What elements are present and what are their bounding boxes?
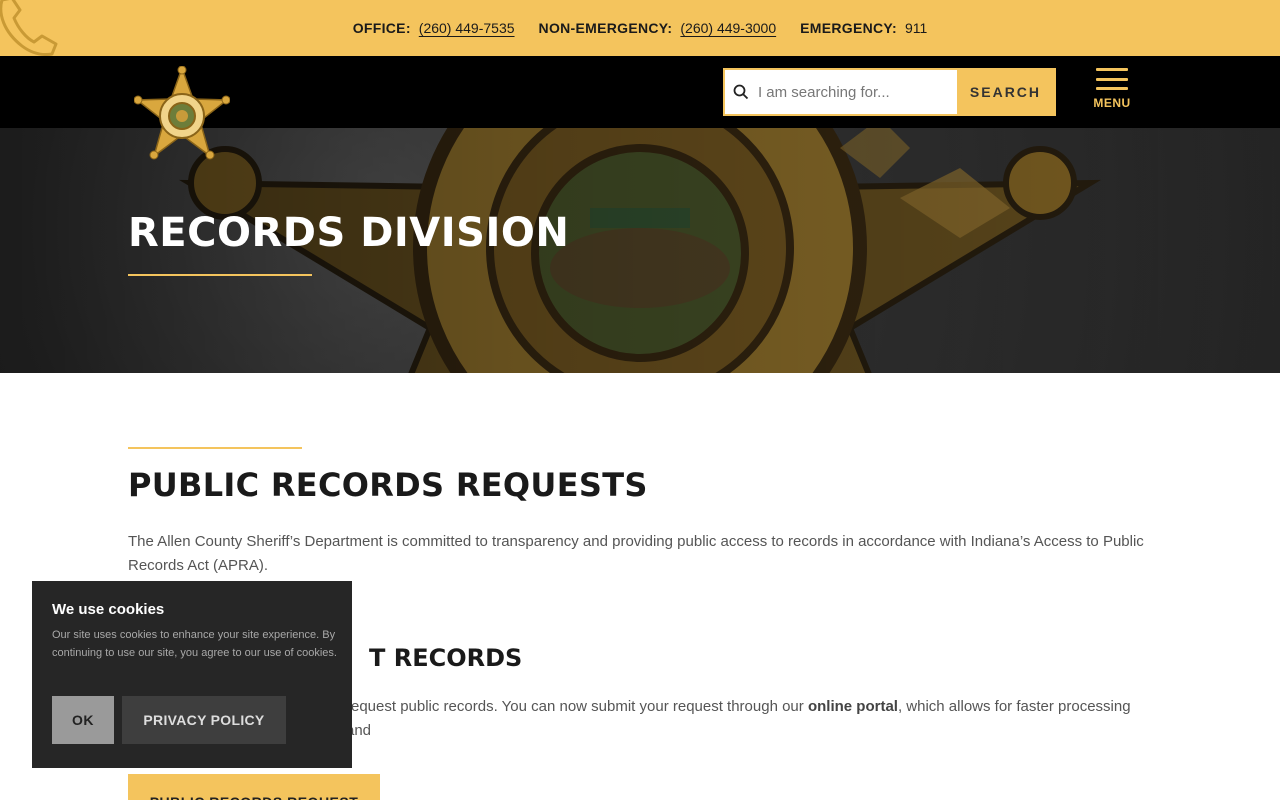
- search-form: SEARCH: [723, 68, 1056, 116]
- office-label: OFFICE:: [352, 20, 411, 36]
- emergency-number: 911: [904, 20, 928, 36]
- emergency-label: EMERGENCY:: [800, 20, 897, 36]
- search-button[interactable]: SEARCH: [956, 70, 1054, 114]
- cookie-title: We use cookies: [52, 601, 165, 618]
- privacy-policy-button[interactable]: PRIVACY POLICY: [122, 696, 286, 744]
- section-divider: [128, 447, 302, 449]
- body-paragraph: request public records. You can now subm…: [346, 698, 1131, 739]
- intro-paragraph: The Allen County Sheriff’s Department is…: [128, 533, 1144, 574]
- cookie-banner: We use cookies Our site uses cookies to …: [32, 581, 352, 768]
- menu-button[interactable]: MENU: [1088, 66, 1136, 118]
- nonemergency-label: NON-EMERGENCY:: [538, 20, 673, 36]
- nonemergency-phone-link[interactable]: (260) 449-3000: [680, 20, 776, 36]
- title-underline: [128, 274, 312, 276]
- emergency-contact: EMERGENCY: 911: [800, 20, 927, 36]
- online-portal-link[interactable]: online portal: [808, 698, 898, 715]
- page-title: RECORDS DIVISION: [128, 210, 570, 256]
- contact-bar: OFFICE: (260) 449-7535 NON-EMERGENCY: (2…: [0, 0, 1280, 56]
- search-icon: [725, 70, 758, 114]
- section-heading: PUBLIC RECORDS REQUESTS: [128, 466, 648, 504]
- hamburger-icon: [1096, 66, 1128, 94]
- office-phone-link[interactable]: (260) 449-7535: [419, 20, 515, 36]
- hero-banner: RECORDS DIVISION: [0, 128, 1280, 373]
- office-contact: OFFICE: (260) 449-7535: [353, 20, 515, 36]
- menu-label: MENU: [1093, 96, 1131, 110]
- cookie-body: Our site uses cookies to enhance your si…: [52, 629, 337, 659]
- nonemergency-contact: NON-EMERGENCY: (260) 449-3000: [539, 20, 777, 36]
- public-records-request-button[interactable]: PUBLIC RECORDS REQUEST: [128, 774, 380, 800]
- subsection-heading: T RECORDS: [369, 644, 523, 672]
- sheriff-star-badge-icon[interactable]: [133, 65, 231, 160]
- cookie-ok-button[interactable]: OK: [52, 696, 114, 744]
- search-input[interactable]: [757, 70, 957, 114]
